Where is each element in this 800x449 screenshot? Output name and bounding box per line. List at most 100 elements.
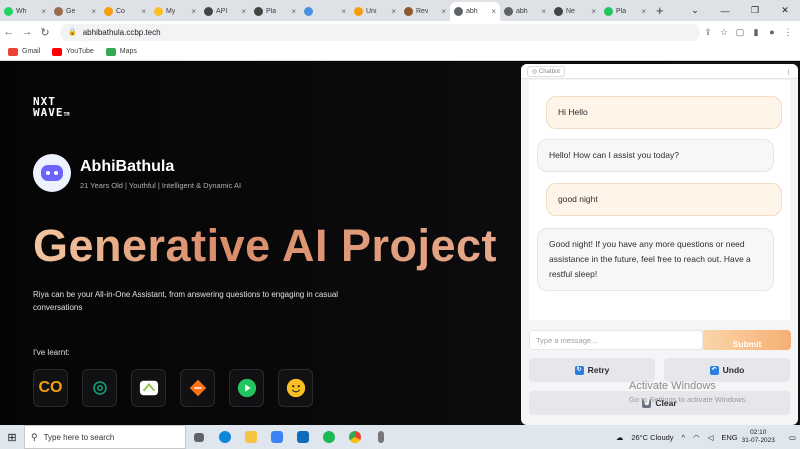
back-icon[interactable]: ← <box>0 26 18 38</box>
address-bar[interactable]: 🔒 abhibathula.ccbp.tech <box>60 23 700 41</box>
tab-10[interactable]: abh × <box>500 2 550 21</box>
favicon-icon <box>54 7 63 16</box>
windows-start-icon[interactable]: ⊞ <box>0 431 24 444</box>
activate-windows-title: Activate Windows <box>629 380 716 392</box>
favicon-icon <box>504 7 513 16</box>
close-tab-icon[interactable]: × <box>641 7 646 16</box>
tab-4[interactable]: API × <box>200 2 250 21</box>
close-tab-icon[interactable]: × <box>141 7 146 16</box>
learnt-label: I've learnt: <box>33 348 70 357</box>
mail-icon[interactable] <box>292 430 314 444</box>
wifi-icon[interactable]: ◠ <box>693 433 700 442</box>
tab-search-icon[interactable]: ⌄ <box>680 5 710 16</box>
tab-3[interactable]: My × <box>150 2 200 21</box>
tab-11[interactable]: Ne × <box>550 2 600 21</box>
close-tab-icon[interactable]: × <box>191 7 196 16</box>
reload-icon[interactable]: ↻ <box>36 26 54 39</box>
favicon-icon <box>404 7 413 16</box>
bookmark-favicon-icon <box>105 47 116 56</box>
weather-text[interactable]: 26°C Cloudy <box>631 433 673 442</box>
openai-icon <box>82 369 117 407</box>
chrome-icon[interactable] <box>344 430 366 444</box>
edge-icon[interactable] <box>214 430 236 444</box>
profile-avatar[interactable]: ● <box>764 27 780 37</box>
chat-messages[interactable]: Hi Hello Hello! How can I assist you tod… <box>529 80 790 320</box>
logo-line-2: WAVE <box>33 106 64 119</box>
retry-button[interactable]: ↻ Retry <box>529 358 655 382</box>
submit-button[interactable]: Submit <box>703 330 791 350</box>
tab-2[interactable]: Co × <box>100 2 150 21</box>
spotify-icon[interactable] <box>318 430 340 444</box>
clock-date: 31-07-2023 <box>741 437 775 444</box>
share-icon[interactable]: ⟨ <box>787 68 790 76</box>
bookmark-maps[interactable]: Maps <box>105 47 137 56</box>
close-tab-icon[interactable]: × <box>241 7 246 16</box>
close-window-icon[interactable]: ✕ <box>770 5 800 16</box>
chatbot-tag: ◎ Chatbot <box>527 65 565 77</box>
share-icon[interactable]: ⇪ <box>700 27 716 38</box>
chatbot-panel: ◎ Chatbot ⟨ Hi Hello Hello! How can I as… <box>521 64 798 425</box>
browser-toolbar: ← → ↻ 🔒 abhibathula.ccbp.tech ⇪ ☆ ▢ ▮ ● … <box>0 21 800 43</box>
close-tab-icon[interactable]: × <box>291 7 296 16</box>
tab-label: API <box>216 8 228 15</box>
undo-button[interactable]: ↶ Undo <box>664 358 790 382</box>
bookmark-gmail[interactable]: Gmail <box>8 47 40 56</box>
tab-label: Uni <box>366 8 377 15</box>
minimize-icon[interactable]: — <box>710 6 740 16</box>
robot-icon <box>41 165 63 181</box>
menu-icon[interactable]: ⋮ <box>780 27 796 38</box>
retry-label: Retry <box>587 365 610 375</box>
favicon-icon <box>454 7 463 16</box>
tab-label: My <box>166 8 176 15</box>
mic-app-icon[interactable] <box>370 430 392 444</box>
bookmark-label: YouTube <box>66 48 94 55</box>
close-tab-icon[interactable]: × <box>441 7 446 16</box>
close-tab-icon[interactable]: × <box>91 7 96 16</box>
tab-label: Pla <box>616 8 627 15</box>
extensions-icon[interactable]: ▢ <box>732 27 748 38</box>
tab-12[interactable]: Pla × <box>600 2 650 21</box>
tab-label: Co <box>116 8 125 15</box>
window-controls: ⌄ — ❐ ✕ <box>680 0 800 21</box>
close-tab-icon[interactable]: × <box>541 7 546 16</box>
restore-icon[interactable]: ❐ <box>740 5 770 16</box>
hugging-face-icon <box>278 369 313 407</box>
tab-8[interactable]: Rev × <box>400 2 450 21</box>
chatbot-tag-label: Chatbot <box>538 68 560 75</box>
chat-input[interactable]: Type a message... <box>529 330 703 350</box>
notification-icon[interactable]: ▭ <box>789 433 796 442</box>
bookmark-star-icon[interactable]: ☆ <box>716 27 732 38</box>
tab-7[interactable]: Uni × <box>350 2 400 21</box>
volume-icon[interactable]: ◁ <box>708 433 714 442</box>
tab-label: Pla <box>266 8 277 15</box>
tab-0[interactable]: Wh × <box>0 2 50 21</box>
forward-icon[interactable]: → <box>18 26 36 38</box>
store-icon[interactable] <box>266 430 288 444</box>
chat-message-user: good night <box>546 183 782 216</box>
close-tab-icon[interactable]: × <box>491 7 496 16</box>
tab-5[interactable]: Pla × <box>250 2 300 21</box>
close-tab-icon[interactable]: × <box>391 7 396 16</box>
new-tab-button[interactable]: + <box>656 3 664 18</box>
tab-9[interactable]: abh × <box>450 2 500 21</box>
close-tab-icon[interactable]: × <box>341 7 346 16</box>
taskbar-search[interactable]: ⚲ Type here to search <box>24 425 186 449</box>
page-title: Generative AI Project <box>33 220 498 271</box>
tools-row: CO <box>33 369 327 407</box>
tab-1[interactable]: Ge × <box>50 2 100 21</box>
clock[interactable]: 02:10 31-07-2023 <box>742 429 775 445</box>
clock-time: 02:10 <box>750 429 767 436</box>
close-tab-icon[interactable]: × <box>591 7 596 16</box>
bookmark-youtube[interactable]: YouTube <box>52 47 94 56</box>
chevron-up-icon[interactable]: ^ <box>682 433 686 442</box>
task-view-icon[interactable] <box>188 430 210 444</box>
system-tray: ☁ 26°C Cloudy ^ ◠ ◁ ENG 02:10 31-07-2023… <box>612 425 800 449</box>
language-indicator[interactable]: ENG <box>721 433 737 442</box>
file-explorer-icon[interactable] <box>240 430 262 444</box>
sidepanel-icon[interactable]: ▮ <box>748 27 764 38</box>
url-text: abhibathula.ccbp.tech <box>82 27 161 37</box>
python-notebook-icon <box>131 369 166 407</box>
tab-6[interactable]: × <box>300 2 350 21</box>
tab-label: Rev <box>416 8 429 15</box>
close-tab-icon[interactable]: × <box>41 7 46 16</box>
